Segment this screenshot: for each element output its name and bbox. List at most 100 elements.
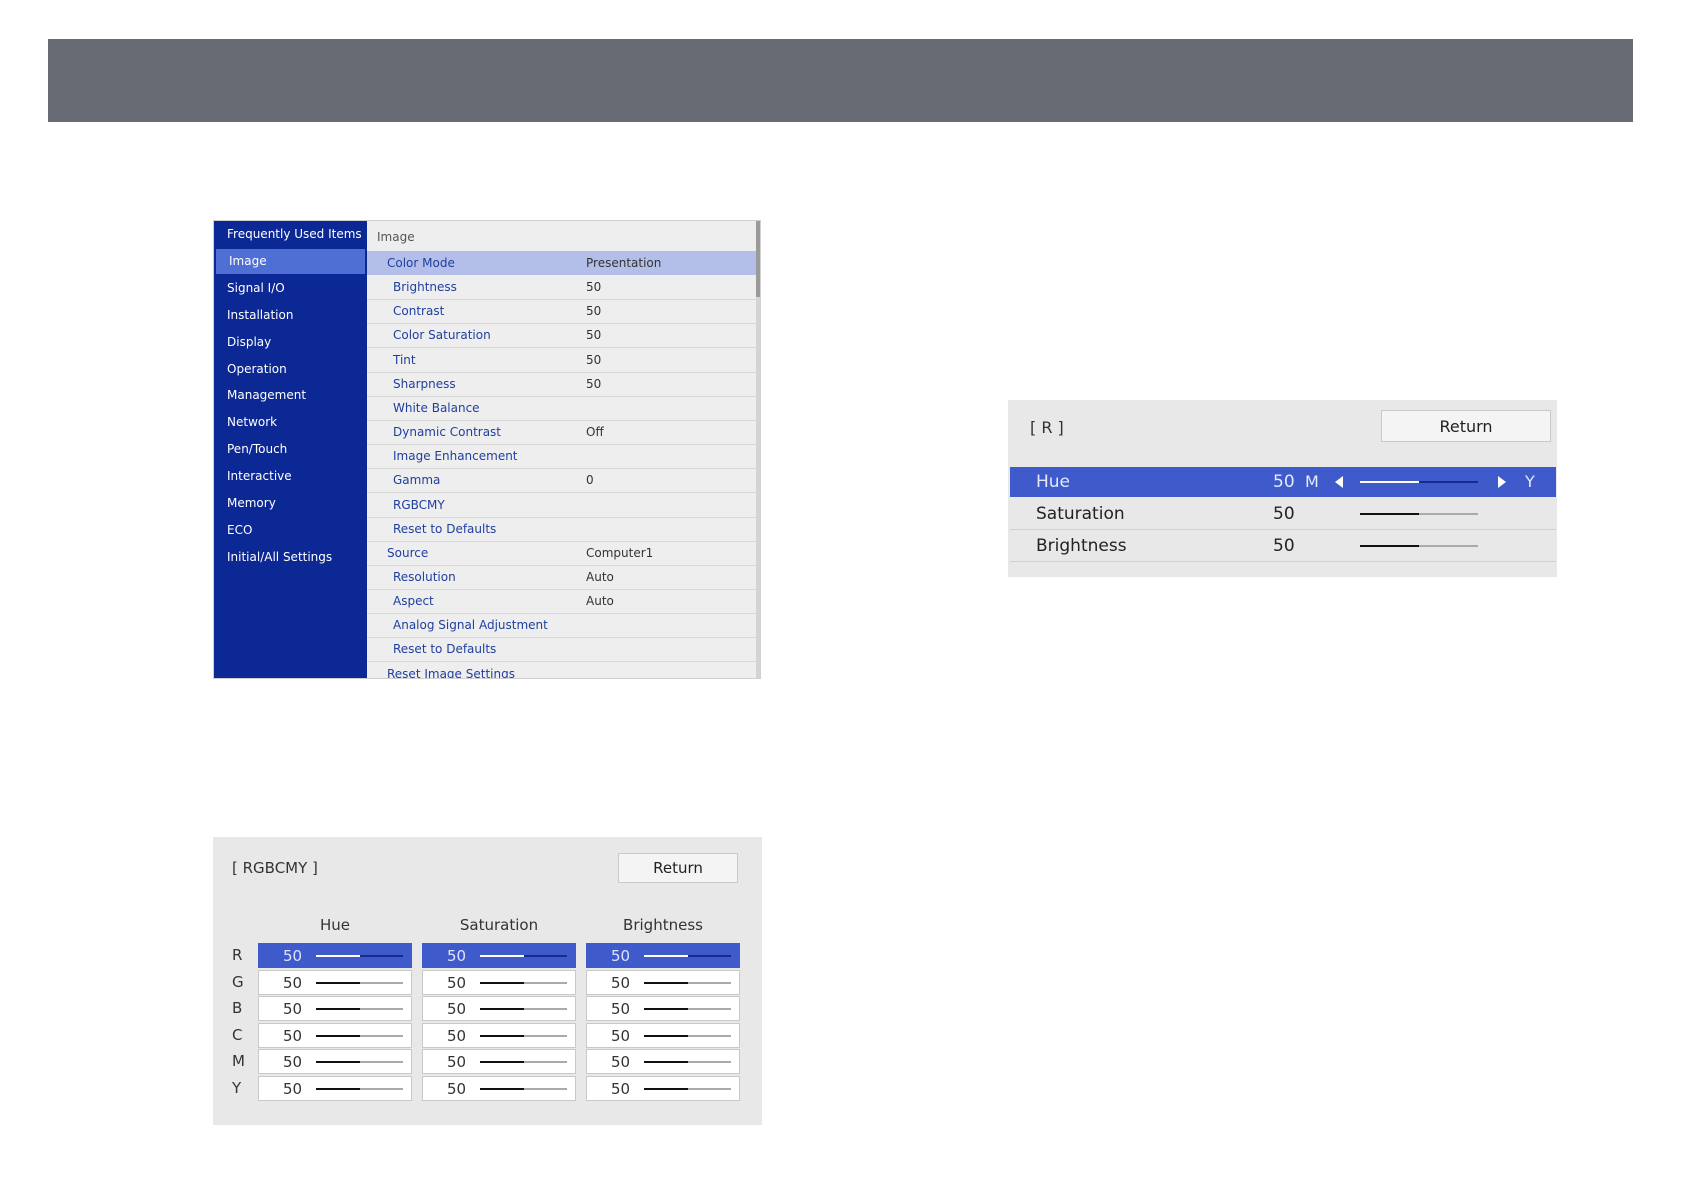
menu-row-sharpness[interactable]: Sharpness 50: [367, 372, 756, 397]
rgbcmy-cell-y-brightness[interactable]: 50: [586, 1076, 740, 1101]
slider-track[interactable]: [644, 1088, 731, 1090]
rgbcmy-cell-y-saturation[interactable]: 50: [422, 1076, 576, 1101]
sidebar-item-initial-all-settings[interactable]: Initial/All Settings: [214, 545, 367, 570]
menu-scrollbar-thumb[interactable]: [756, 221, 760, 297]
menu-row-image-enhancement[interactable]: Image Enhancement: [367, 444, 756, 470]
slider-fill: [316, 1061, 360, 1064]
rgbcmy-cell-r-saturation[interactable]: 50: [422, 943, 576, 968]
menu-row-label: Tint: [393, 352, 416, 367]
rgbcmy-cell-c-brightness[interactable]: 50: [586, 1022, 740, 1048]
rgbcmy-cell-r-hue[interactable]: 50: [258, 943, 412, 968]
slider-track[interactable]: [480, 981, 567, 984]
menu-row-resolution[interactable]: Resolution Auto: [367, 565, 756, 590]
r-panel-return-button[interactable]: Return: [1381, 410, 1551, 442]
slider-track[interactable]: [316, 1008, 403, 1011]
slider-track[interactable]: [480, 955, 567, 957]
menu-row-value: 50: [586, 376, 602, 391]
arrow-left-icon[interactable]: [1335, 476, 1343, 488]
rgbcmy-cell-c-hue[interactable]: 50: [258, 1022, 412, 1048]
r-row-saturation[interactable]: Saturation 50: [1010, 499, 1556, 530]
sidebar-item-operation[interactable]: Operation: [214, 357, 367, 382]
slider-track[interactable]: [480, 1061, 567, 1064]
slider-track[interactable]: [644, 1034, 731, 1037]
rgbcmy-title: [ RGBCMY ]: [232, 859, 318, 877]
menu-row-dynamic-contrast[interactable]: Dynamic Contrast Off: [367, 420, 756, 446]
menu-row-label: Color Mode: [387, 256, 455, 270]
slider-track[interactable]: [1360, 481, 1478, 483]
sidebar-item-image[interactable]: Image: [216, 248, 365, 274]
menu-row-reset-to-defaults[interactable]: Reset to Defaults: [367, 517, 756, 542]
menu-row-reset-to-defaults[interactable]: Reset to Defaults: [367, 637, 756, 663]
slider-track[interactable]: [644, 981, 731, 984]
menu-row-brightness[interactable]: Brightness 50: [367, 275, 756, 301]
sidebar-item-network[interactable]: Network: [214, 410, 367, 435]
slider-track[interactable]: [644, 1061, 731, 1064]
slider-fill: [480, 1034, 524, 1037]
rgbcmy-cell-c-saturation[interactable]: 50: [422, 1022, 576, 1048]
slider-track[interactable]: [316, 1088, 403, 1090]
r-row-hue[interactable]: Hue 50 M Y: [1010, 467, 1556, 497]
menu-row-color-mode[interactable]: Color Mode Presentation: [367, 251, 756, 275]
sidebar-item-signal-i-o[interactable]: Signal I/O: [214, 276, 367, 301]
slider-track[interactable]: [316, 981, 403, 984]
menu-row-color-saturation[interactable]: Color Saturation 50: [367, 323, 756, 349]
menu-row-gamma[interactable]: Gamma 0: [367, 468, 756, 494]
slider-track[interactable]: [644, 1008, 731, 1011]
slider-fill: [644, 1088, 688, 1090]
menu-row-aspect[interactable]: Aspect Auto: [367, 589, 756, 615]
rgbcmy-cell-m-brightness[interactable]: 50: [586, 1049, 740, 1075]
menu-row-white-balance[interactable]: White Balance: [367, 396, 756, 421]
menu-row-tint[interactable]: Tint 50: [367, 348, 756, 373]
menu-heading: Image: [377, 230, 415, 244]
sidebar-item-management[interactable]: Management: [214, 383, 367, 408]
rgbcmy-cell-b-hue[interactable]: 50: [258, 996, 412, 1022]
cell-value: 50: [283, 1053, 303, 1072]
sidebar-item-interactive[interactable]: Interactive: [214, 464, 367, 489]
slider-track[interactable]: [480, 1088, 567, 1090]
r-row-brightness[interactable]: Brightness 50: [1010, 531, 1556, 562]
slider-fill: [316, 1034, 360, 1037]
menu-row-source[interactable]: Source Computer1: [367, 541, 756, 566]
rgbcmy-cell-r-brightness[interactable]: 50: [586, 943, 740, 968]
cell-value: 50: [611, 1080, 631, 1098]
slider-fill: [480, 955, 524, 957]
menu-row-label: Color Saturation: [393, 328, 491, 343]
rgbcmy-cell-g-brightness[interactable]: 50: [586, 969, 740, 995]
sidebar-item-memory[interactable]: Memory: [214, 491, 367, 516]
slider-track[interactable]: [480, 1008, 567, 1011]
cell-value: 50: [447, 947, 467, 965]
slider-track[interactable]: [1360, 545, 1478, 547]
slider-track[interactable]: [316, 955, 403, 957]
sidebar-item-installation[interactable]: Installation: [214, 303, 367, 328]
rgbcmy-cell-b-brightness[interactable]: 50: [586, 996, 740, 1022]
r-panel-title: [ R ]: [1030, 418, 1064, 437]
rgbcmy-cell-y-hue[interactable]: 50: [258, 1076, 412, 1101]
menu-row-label: Sharpness: [393, 376, 456, 391]
menu-row-label: Source: [387, 545, 429, 560]
sidebar-item-display[interactable]: Display: [214, 330, 367, 355]
cell-value: 50: [447, 1080, 467, 1098]
rgbcmy-cell-g-hue[interactable]: 50: [258, 969, 412, 995]
arrow-right-icon[interactable]: [1498, 476, 1506, 488]
menu-row-contrast[interactable]: Contrast 50: [367, 299, 756, 325]
slider-track[interactable]: [316, 1061, 403, 1064]
menu-row-reset-image-settings[interactable]: Reset Image Settings: [367, 662, 756, 678]
menu-scrollbar[interactable]: [756, 221, 760, 678]
rgbcmy-return-button[interactable]: Return: [618, 853, 738, 883]
rgbcmy-cell-m-hue[interactable]: 50: [258, 1049, 412, 1075]
slider-track[interactable]: [1360, 513, 1478, 515]
menu-row-rgbcmy[interactable]: RGBCMY: [367, 493, 756, 518]
slider-fill: [316, 955, 360, 957]
sidebar-item-eco[interactable]: ECO: [214, 518, 367, 543]
rgbcmy-cell-m-saturation[interactable]: 50: [422, 1049, 576, 1075]
slider-track[interactable]: [644, 955, 731, 957]
r-row-value: 50: [1273, 504, 1295, 524]
rgbcmy-cell-b-saturation[interactable]: 50: [422, 996, 576, 1022]
slider-track[interactable]: [480, 1034, 567, 1037]
sidebar-item-pen-touch[interactable]: Pen/Touch: [214, 437, 367, 462]
sidebar-item-frequently-used-items[interactable]: Frequently Used Items: [214, 222, 367, 247]
slider-track[interactable]: [316, 1034, 403, 1037]
menu-row-analog-signal-adjustment[interactable]: Analog Signal Adjustment: [367, 613, 756, 639]
rgbcmy-cell-g-saturation[interactable]: 50: [422, 969, 576, 995]
slider-fill: [480, 1008, 524, 1011]
